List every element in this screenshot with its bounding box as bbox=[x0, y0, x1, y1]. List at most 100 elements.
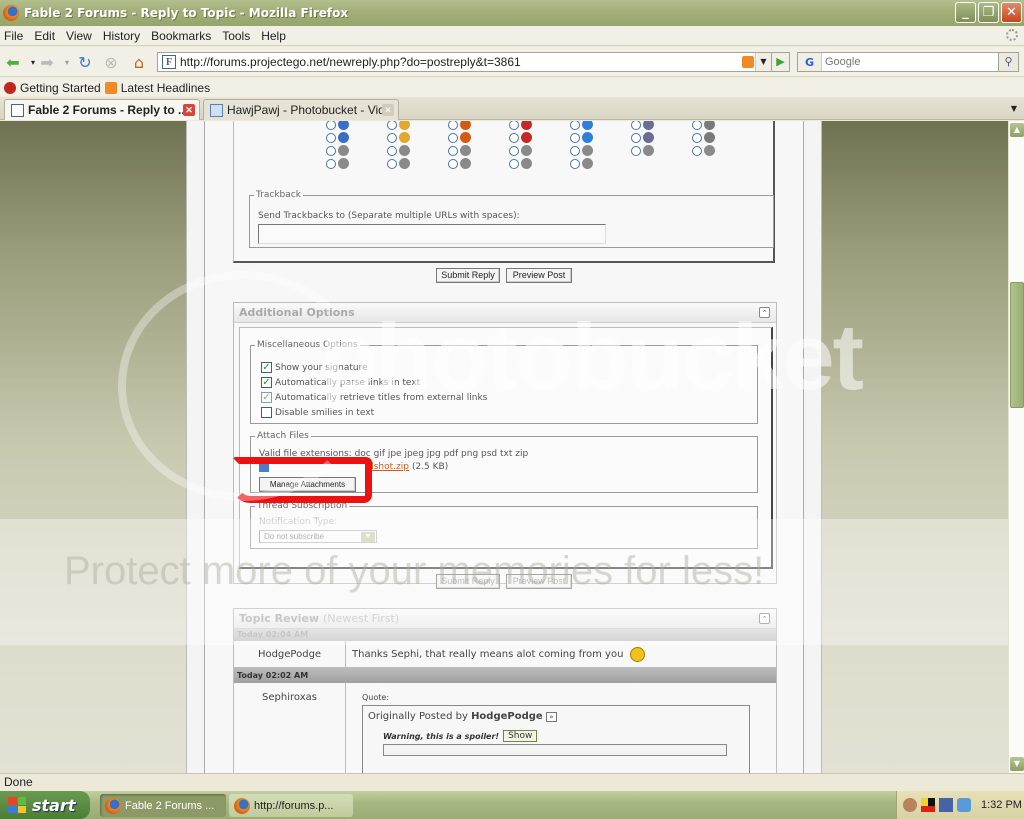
smilie-radio[interactable] bbox=[448, 121, 458, 130]
windows-logo-icon bbox=[8, 797, 26, 813]
smilie-option bbox=[692, 121, 753, 131]
search-magnifier-icon[interactable]: ⚲ bbox=[998, 52, 1019, 72]
go-button[interactable]: ▶ bbox=[771, 52, 790, 72]
taskbar-item-fable2-forums[interactable]: Fable 2 Forums ... bbox=[100, 794, 226, 817]
attachment-size: (2.5 KB) bbox=[411, 462, 449, 472]
vertical-scrollbar[interactable]: ▲ ▼ bbox=[1008, 121, 1024, 773]
url-bar[interactable]: F http://forums.projectego.net/newreply.… bbox=[157, 52, 790, 72]
view-post-icon[interactable]: » bbox=[545, 712, 557, 722]
smilie-radio[interactable] bbox=[326, 132, 336, 143]
smilie-radio[interactable] bbox=[631, 145, 641, 156]
search-engine-selector[interactable]: G bbox=[798, 53, 822, 71]
smilie-radio[interactable] bbox=[570, 132, 580, 143]
smilie-radio[interactable] bbox=[509, 158, 519, 169]
minimize-button[interactable]: _ bbox=[955, 2, 976, 23]
tray-app-icon[interactable] bbox=[921, 798, 935, 812]
collapse-icon[interactable]: ⌃ bbox=[759, 613, 770, 624]
preview-post-button[interactable]: Preview Post bbox=[506, 268, 572, 283]
smilie-radio[interactable] bbox=[326, 121, 336, 130]
close-button[interactable]: ✕ bbox=[1001, 2, 1022, 23]
tab-photobucket[interactable]: HawjPawj - Photobucket - Vid... ✕ bbox=[203, 99, 399, 120]
page-viewport: Trackback Send Trackbacks to (Separate m… bbox=[0, 121, 1008, 773]
home-icon[interactable]: ⌂ bbox=[130, 53, 148, 72]
tab-close-icon[interactable]: ✕ bbox=[183, 104, 195, 116]
smilie-radio[interactable] bbox=[509, 121, 519, 130]
system-tray: 1:32 PM bbox=[896, 791, 1024, 819]
post-icon bbox=[582, 132, 593, 143]
submit-reply-button-bottom[interactable]: Submit Reply bbox=[436, 574, 500, 589]
post-author[interactable]: Sephiroxas bbox=[234, 683, 346, 773]
smilie-radio[interactable] bbox=[631, 132, 641, 143]
scroll-up-icon[interactable]: ▲ bbox=[1010, 123, 1024, 137]
smilie-radio[interactable] bbox=[692, 132, 702, 143]
scrollbar-thumb[interactable] bbox=[1010, 282, 1024, 408]
smilie-option bbox=[509, 157, 570, 170]
smilie-radio[interactable] bbox=[387, 132, 397, 143]
smilie-option bbox=[631, 121, 692, 131]
preview-post-button-bottom[interactable]: Preview Post bbox=[506, 574, 572, 589]
smilie-radio[interactable] bbox=[387, 145, 397, 156]
scroll-down-icon[interactable]: ▼ bbox=[1010, 757, 1024, 771]
windows-taskbar: start Fable 2 Forums ... http://forums.p… bbox=[0, 791, 1024, 819]
show-hidden-icons-icon[interactable] bbox=[903, 798, 917, 812]
forward-icon[interactable]: ➡ bbox=[38, 53, 56, 72]
smilie-radio[interactable] bbox=[570, 158, 580, 169]
smilie-radio[interactable] bbox=[570, 145, 580, 156]
menu-help[interactable]: Help bbox=[261, 29, 286, 43]
smilie-option bbox=[448, 144, 509, 157]
spoiler-show-button[interactable]: Show bbox=[503, 730, 538, 742]
smilie-radio[interactable] bbox=[448, 132, 458, 143]
list-all-tabs-icon[interactable]: ▼ bbox=[1006, 101, 1022, 117]
smilie-option bbox=[387, 144, 448, 157]
menu-tools[interactable]: Tools bbox=[222, 29, 250, 43]
smilie-radio[interactable] bbox=[692, 121, 702, 130]
post-icon bbox=[521, 121, 532, 130]
menu-edit[interactable]: Edit bbox=[34, 29, 55, 43]
url-history-dropdown-icon[interactable]: ▼ bbox=[755, 53, 771, 71]
smilie-radio[interactable] bbox=[326, 145, 336, 156]
bookmark-getting-started[interactable]: Getting Started bbox=[4, 81, 101, 95]
smilie-radio[interactable] bbox=[448, 145, 458, 156]
menu-view[interactable]: View bbox=[66, 29, 92, 43]
restore-button[interactable]: ❐ bbox=[978, 2, 999, 23]
trackback-input[interactable] bbox=[258, 224, 606, 244]
tab-close-icon[interactable]: ✕ bbox=[382, 104, 394, 116]
tab-fable2-forums[interactable]: Fable 2 Forums - Reply to ... ✕ bbox=[4, 99, 200, 120]
smilie-radio[interactable] bbox=[387, 121, 397, 130]
post-author[interactable]: HodgePodge bbox=[234, 641, 346, 667]
stop-icon[interactable]: ⊗ bbox=[102, 53, 120, 72]
menu-bookmarks[interactable]: Bookmarks bbox=[151, 29, 211, 43]
url-text[interactable]: http://forums.projectego.net/newreply.ph… bbox=[180, 55, 521, 69]
volume-icon[interactable] bbox=[939, 798, 953, 812]
back-icon[interactable]: ⬅ bbox=[4, 53, 22, 72]
smilie-radio[interactable] bbox=[631, 121, 641, 130]
smilie-radio[interactable] bbox=[570, 121, 580, 130]
taskbar-item-forums-url[interactable]: http://forums.p... bbox=[229, 794, 353, 817]
rss-feed-icon[interactable] bbox=[742, 56, 754, 68]
firefox-logo-icon bbox=[3, 5, 19, 21]
firefox-icon bbox=[105, 797, 121, 814]
network-icon[interactable] bbox=[957, 798, 971, 812]
search-bar[interactable]: G ⚲ bbox=[797, 52, 1019, 72]
forward-dropdown-icon[interactable]: ▾ bbox=[58, 53, 76, 71]
smilie-row bbox=[326, 144, 756, 157]
window-titlebar: Fable 2 Forums - Reply to Topic - Mozill… bbox=[0, 0, 1024, 26]
submit-reply-button[interactable]: Submit Reply bbox=[436, 268, 500, 283]
smilie-radio[interactable] bbox=[509, 145, 519, 156]
status-bar: Done bbox=[0, 773, 1024, 791]
smilie-radio[interactable] bbox=[387, 158, 397, 169]
smilie-radio[interactable] bbox=[692, 145, 702, 156]
smilie-option bbox=[387, 121, 448, 131]
start-button[interactable]: start bbox=[0, 791, 90, 819]
reload-icon[interactable]: ↻ bbox=[76, 53, 94, 72]
attachment-link[interactable]: dshot.zip bbox=[368, 462, 409, 472]
menu-history[interactable]: History bbox=[103, 29, 140, 43]
menu-file[interactable]: File bbox=[4, 29, 23, 43]
search-input[interactable] bbox=[825, 56, 990, 68]
smilie-radio[interactable] bbox=[326, 158, 336, 169]
notification-type-select[interactable]: Do not subscribe ▼ bbox=[259, 530, 377, 543]
smilie-radio[interactable] bbox=[448, 158, 458, 169]
smilie-radio[interactable] bbox=[509, 132, 519, 143]
bookmark-latest-headlines[interactable]: Latest Headlines bbox=[104, 81, 210, 95]
collapse-icon[interactable]: ⌃ bbox=[759, 307, 770, 318]
